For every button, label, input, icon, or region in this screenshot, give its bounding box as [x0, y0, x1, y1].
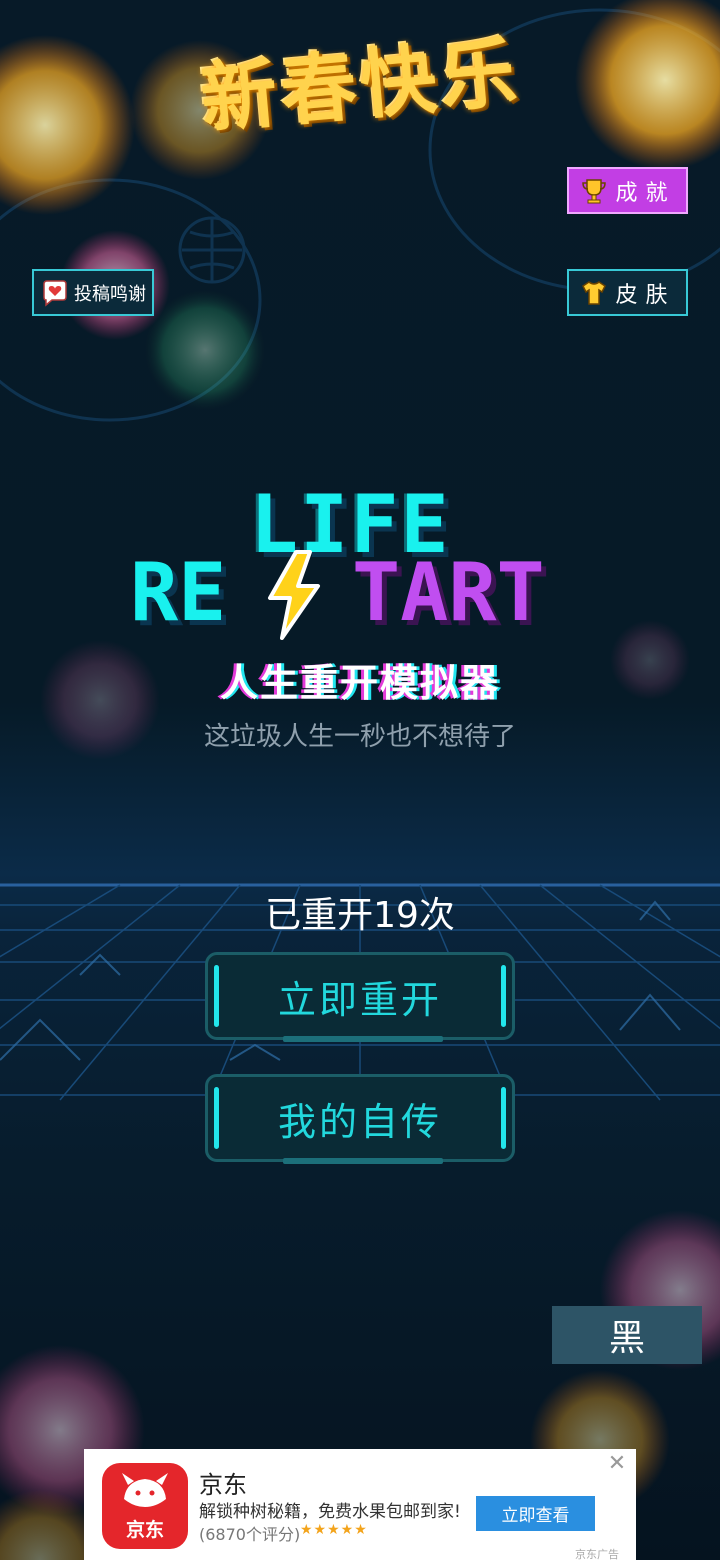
game-screen: 新春快乐 成就 皮肤 投稿鸣谢 LIFE RE TART 人生重开模拟器 这垃圾…	[0, 0, 720, 1560]
achievements-button[interactable]: 成就	[567, 167, 688, 214]
ad-star-rating: ★★★★★	[300, 1522, 368, 1538]
lightning-bolt-icon	[268, 550, 320, 640]
game-tagline: 这垃圾人生一秒也不想待了	[203, 722, 516, 752]
ad-description: 解锁种树秘籍，免费水果包邮到家!	[199, 1502, 461, 1522]
jd-app-icon[interactable]: 京东	[102, 1463, 188, 1549]
ad-title: 京东	[199, 1471, 247, 1499]
heart-chat-icon	[43, 279, 67, 307]
achievements-label: 成就	[615, 180, 676, 206]
skins-button[interactable]: 皮肤	[567, 269, 688, 316]
ad-rating-count: (6870个评分)	[199, 1525, 301, 1544]
skins-label: 皮肤	[615, 282, 676, 308]
my-biography-button[interactable]: 我的自传	[205, 1074, 515, 1164]
contributors-thanks-button[interactable]: 投稿鸣谢	[32, 269, 154, 316]
ad-source-label: 京东广告	[575, 1548, 619, 1560]
button-tab-decoration	[283, 1036, 443, 1042]
trophy-icon	[582, 178, 607, 203]
button-tab-decoration	[283, 1158, 443, 1164]
restart-now-button[interactable]: 立即重开	[205, 952, 515, 1042]
theme-toggle-button[interactable]: 黑	[552, 1306, 702, 1364]
logo-tart: TART	[352, 546, 545, 639]
logo-re: RE	[130, 546, 227, 639]
jd-logo-text: 京东	[125, 1519, 164, 1541]
restart-now-label: 立即重开	[277, 977, 442, 1022]
contributors-thanks-label: 投稿鸣谢	[74, 283, 146, 305]
restart-count: 已重开19次	[265, 895, 455, 936]
life-restart-logo: LIFE RE TART	[120, 485, 600, 645]
close-icon[interactable]: ✕	[606, 1453, 628, 1475]
tshirt-icon	[582, 280, 607, 305]
ad-banner[interactable]: 京东 京东 解锁种树秘籍，免费水果包邮到家! (6870个评分) ★★★★★ 立…	[84, 1449, 636, 1560]
my-biography-label: 我的自传	[277, 1099, 442, 1144]
jd-dog-icon	[122, 1473, 168, 1507]
ad-view-now-button[interactable]: 立即查看	[476, 1496, 595, 1531]
game-subtitle: 人生重开模拟器	[219, 661, 500, 705]
